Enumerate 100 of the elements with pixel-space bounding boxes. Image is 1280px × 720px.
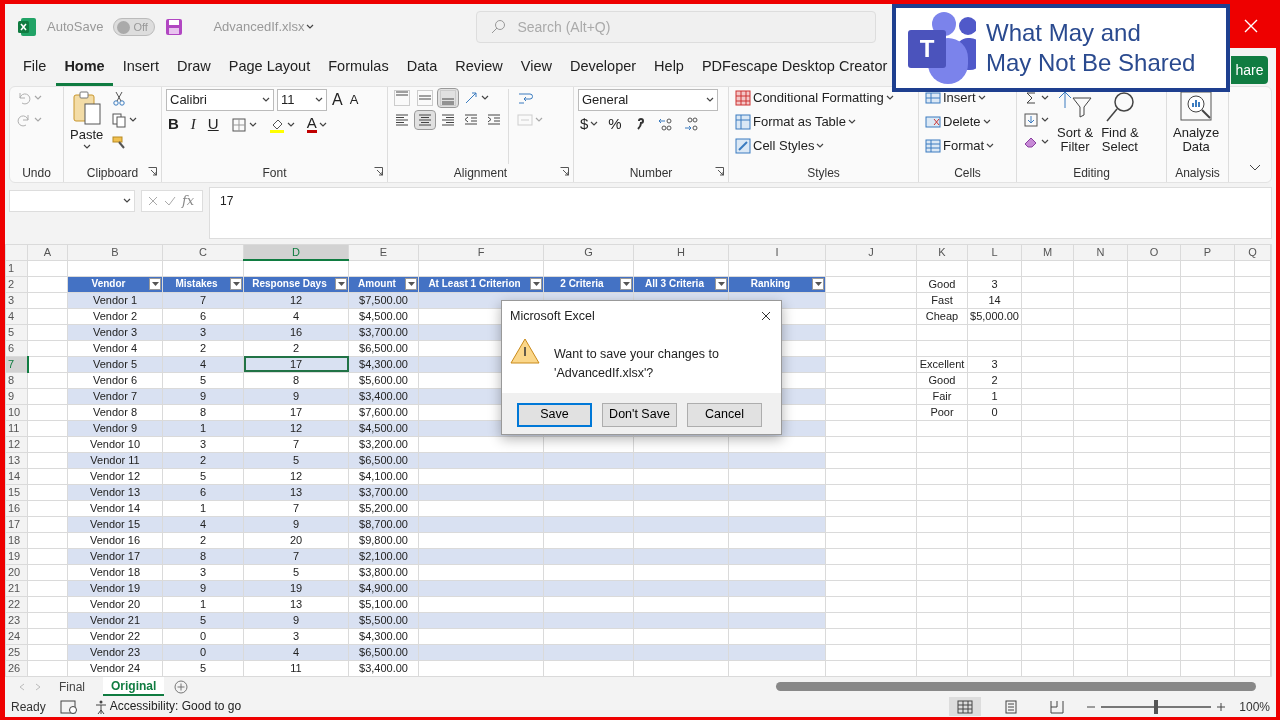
- caret-icon: [407, 282, 415, 286]
- italic-button[interactable]: I: [188, 115, 198, 134]
- table-cell: 3: [243, 628, 349, 645]
- decrease-font-size-button[interactable]: A: [347, 91, 361, 109]
- caret-icon: [590, 121, 599, 128]
- column-header[interactable]: G: [543, 244, 634, 260]
- column-header[interactable]: F: [418, 244, 544, 260]
- caret-icon: [816, 143, 825, 149]
- filter-button[interactable]: [530, 278, 542, 290]
- format-cells-button[interactable]: Format: [923, 137, 997, 155]
- zoom-level[interactable]: 100%: [1239, 697, 1270, 716]
- table-cell: 12: [243, 468, 349, 485]
- dialog-button[interactable]: Don't Save: [602, 402, 677, 427]
- caret-icon: [315, 97, 323, 103]
- ribbon-tab[interactable]: Help: [646, 50, 692, 86]
- analyze-data-button[interactable]: Analyze Data: [1171, 89, 1222, 164]
- table-cell: Fair: [916, 388, 968, 405]
- column-header[interactable]: I: [728, 244, 826, 260]
- dialog-button[interactable]: Save: [517, 402, 592, 427]
- zoom-slider-thumb[interactable]: [1154, 699, 1159, 714]
- find-select-button[interactable]: Find & Select: [1099, 89, 1141, 164]
- dialog-button[interactable]: Cancel: [687, 402, 762, 427]
- caret-icon: [986, 143, 995, 149]
- filter-button[interactable]: [812, 278, 824, 290]
- filter-button[interactable]: [149, 278, 161, 290]
- column-header[interactable]: C: [162, 244, 244, 260]
- currency-format-button[interactable]: $: [578, 115, 601, 134]
- search-field[interactable]: Search (Alt+Q): [476, 11, 877, 43]
- column-header[interactable]: L: [967, 244, 1022, 260]
- percent-format-button[interactable]: %: [606, 115, 624, 134]
- increase-font-size-button[interactable]: A: [330, 90, 345, 110]
- down-arrow-box-icon: [1023, 112, 1039, 128]
- column-header[interactable]: P: [1180, 244, 1235, 260]
- ribbon-tab[interactable]: Page Layout: [220, 50, 319, 86]
- cells-icon: [925, 138, 941, 154]
- font-color-button[interactable]: A: [304, 115, 329, 134]
- ribbon-tab[interactable]: PDFescape Desktop Creator: [693, 50, 896, 86]
- ribbon-tab[interactable]: View: [512, 50, 560, 86]
- filter-button[interactable]: [335, 278, 347, 290]
- caret-icon: [232, 282, 240, 286]
- dialog-close-button[interactable]: [759, 310, 773, 322]
- table-cell: 0: [967, 404, 1022, 421]
- view-icon: [957, 699, 974, 714]
- filter-button[interactable]: [620, 278, 632, 290]
- caret-icon: [34, 95, 42, 101]
- ribbon-tab[interactable]: Developer: [562, 50, 645, 86]
- column-header[interactable]: M: [1021, 244, 1074, 260]
- filter-button[interactable]: [715, 278, 727, 290]
- caret-icon: [706, 97, 714, 103]
- ribbon-tab[interactable]: Formulas: [320, 50, 397, 86]
- column-header[interactable]: Q: [1234, 244, 1271, 260]
- bold-button[interactable]: B: [166, 115, 181, 134]
- sheet-tab[interactable]: Final: [51, 677, 93, 696]
- accessibility-status-button[interactable]: Accessibility: Good to go: [91, 698, 244, 715]
- insert-cells-button[interactable]: Insert: [923, 89, 997, 107]
- dialog-title: Microsoft Excel: [510, 307, 595, 325]
- formula-field[interactable]: 17: [209, 187, 1272, 239]
- table-cell: $5,600.00: [348, 372, 419, 389]
- sheet-tab[interactable]: Original: [103, 677, 165, 696]
- autosave-label: AutoSave: [47, 18, 104, 37]
- horizontal-align-button[interactable]: [415, 111, 435, 129]
- sort-filter-button[interactable]: Sort & Filter: [1055, 89, 1096, 164]
- paste-button[interactable]: Paste: [68, 89, 106, 164]
- ribbon-tab[interactable]: Draw: [168, 50, 219, 86]
- conditional-formatting-button[interactable]: Conditional Formatting: [733, 89, 896, 107]
- table-cell: $3,400.00: [348, 660, 419, 677]
- column-header[interactable]: J: [825, 244, 917, 260]
- table-cell: 14: [967, 292, 1022, 309]
- horizontal-scrollbar[interactable]: [776, 682, 1256, 691]
- insert-function-label[interactable]: fx: [182, 191, 195, 211]
- ribbon-tab[interactable]: Review: [447, 50, 511, 86]
- column-header[interactable]: H: [633, 244, 729, 260]
- filter-button[interactable]: [405, 278, 417, 290]
- cell-styles-button[interactable]: Cell Styles: [733, 137, 896, 155]
- ribbon-tab[interactable]: File: [15, 50, 55, 86]
- column-header[interactable]: K: [916, 244, 968, 260]
- table-cell: 3: [967, 356, 1022, 373]
- column-header[interactable]: D: [243, 244, 349, 260]
- ribbon-tab[interactable]: Data: [398, 50, 446, 86]
- column-header[interactable]: B: [67, 244, 163, 260]
- font-size-dropdown[interactable]: 11: [277, 89, 327, 111]
- view-button[interactable]: [949, 697, 982, 716]
- underline-button[interactable]: U: [205, 115, 221, 134]
- column-header[interactable]: N: [1073, 244, 1128, 260]
- column-header[interactable]: E: [348, 244, 419, 260]
- format-as-table-button[interactable]: Format as Table: [733, 113, 896, 131]
- ribbon-tab[interactable]: Insert: [114, 50, 167, 86]
- header-label: At Least 1 Criterion: [428, 277, 521, 291]
- font-name-dropdown[interactable]: Calibri: [166, 89, 274, 111]
- scissors-icon: [111, 90, 128, 106]
- paintbrush-icon: [111, 134, 128, 150]
- number-format-dropdown[interactable]: General: [578, 89, 718, 111]
- share-button[interactable]: hare: [1231, 56, 1268, 84]
- table-cell: Vendor 20: [67, 596, 163, 613]
- column-header[interactable]: A: [27, 244, 68, 260]
- filter-button[interactable]: [230, 278, 242, 290]
- table-cell: 3: [162, 564, 244, 581]
- column-header[interactable]: O: [1127, 244, 1181, 260]
- fill-button[interactable]: [1021, 111, 1051, 129]
- delete-cells-button[interactable]: Delete: [923, 113, 997, 131]
